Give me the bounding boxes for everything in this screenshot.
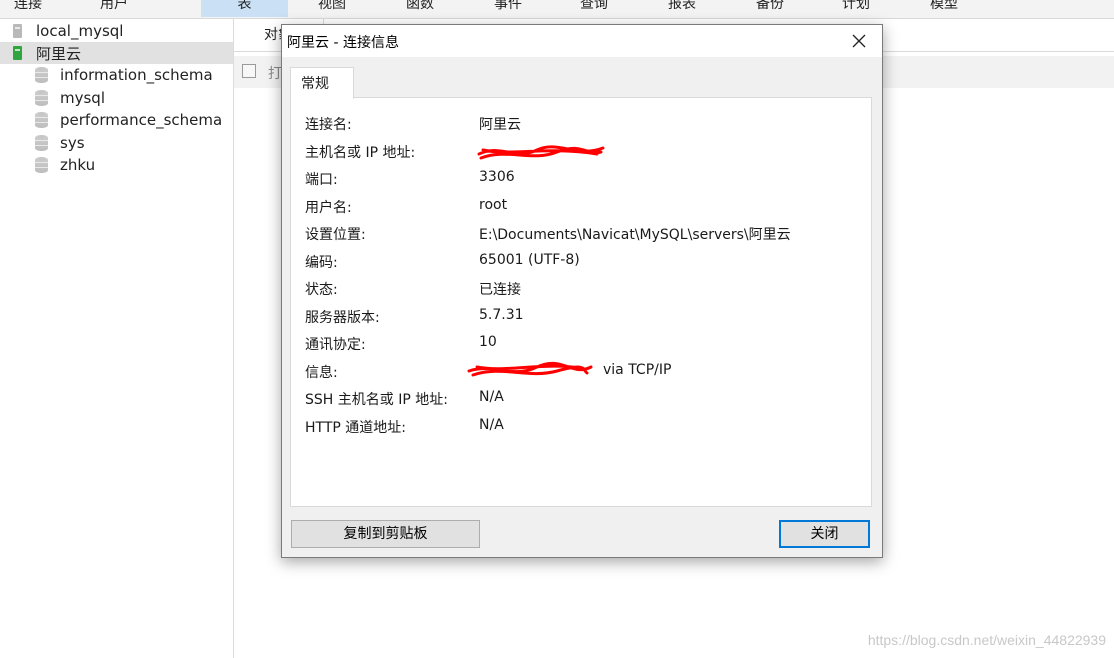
close-icon[interactable] — [836, 25, 882, 57]
close-button[interactable]: 关闭 — [779, 520, 870, 548]
tree-item-label: local_mysql — [36, 22, 124, 40]
info-label: 信息: — [305, 365, 338, 381]
tree-item-local-mysql[interactable]: local_mysql — [0, 20, 233, 42]
connection-icon — [13, 24, 22, 38]
toolbar-model[interactable]: 模型 — [912, 0, 976, 17]
connection-tree: local_mysql 阿里云 information_schema mysql… — [0, 19, 234, 658]
tree-item-label: zhku — [60, 156, 96, 174]
redaction-scribble — [467, 361, 593, 377]
info-label: HTTP 通道地址: — [305, 420, 406, 436]
redaction-scribble — [477, 145, 605, 160]
database-icon — [35, 157, 48, 173]
main-toolbar: 连接 用户 表 视图 函数 事件 查询 报表 备份 计划 模型 — [0, 0, 1114, 19]
connection-connected-icon — [13, 46, 22, 60]
info-label: 编码: — [305, 255, 338, 271]
tree-item-database[interactable]: mysql — [0, 87, 233, 109]
tree-item-label: mysql — [60, 89, 105, 107]
dialog-titlebar[interactable]: 阿里云 - 连接信息 — [282, 25, 882, 57]
info-label: 用户名: — [305, 200, 352, 216]
database-icon — [35, 112, 48, 128]
database-icon — [35, 67, 48, 83]
dialog-tab-strip: 常规 — [290, 67, 874, 99]
copy-to-clipboard-button[interactable]: 复制到剪贴板 — [291, 520, 480, 548]
general-panel: 连接名: 阿里云 主机名或 IP 地址: 端口: 3306 用户名: root … — [290, 97, 872, 507]
connection-info-dialog: 阿里云 - 连接信息 常规 连接名: 阿里云 主机名或 IP 地址: 端口: 3… — [281, 24, 883, 558]
tree-item-label: information_schema — [60, 66, 213, 84]
tab-general[interactable]: 常规 — [290, 67, 354, 99]
tree-item-label: performance_schema — [60, 111, 223, 129]
dialog-title: 阿里云 - 连接信息 — [287, 35, 399, 51]
open-table-label[interactable]: 打 — [268, 63, 282, 83]
toolbar-query[interactable]: 查询 — [562, 0, 626, 17]
database-icon — [35, 135, 48, 151]
tree-item-database[interactable]: performance_schema — [0, 109, 233, 131]
info-value: N/A — [479, 389, 504, 405]
info-label: 状态: — [305, 282, 338, 298]
tree-item-aliyun[interactable]: 阿里云 — [0, 42, 233, 64]
toolbar-backup[interactable]: 备份 — [738, 0, 802, 17]
tree-item-database[interactable]: zhku — [0, 154, 233, 176]
info-label: 设置位置: — [305, 227, 366, 243]
toolbar-report[interactable]: 报表 — [650, 0, 714, 17]
toolbar-user[interactable]: 用户 — [84, 0, 144, 17]
tree-item-database[interactable]: information_schema — [0, 64, 233, 86]
info-value: 已连接 — [479, 282, 521, 298]
info-label: SSH 主机名或 IP 地址: — [305, 392, 448, 408]
tree-item-database[interactable]: sys — [0, 132, 233, 154]
toolbar-schedule[interactable]: 计划 — [824, 0, 888, 17]
info-value: 10 — [479, 334, 497, 350]
info-value: E:\Documents\Navicat\MySQL\servers\阿里云 — [479, 227, 791, 243]
info-label: 连接名: — [305, 117, 352, 133]
info-value: via TCP/IP — [603, 362, 672, 378]
info-label: 服务器版本: — [305, 310, 380, 326]
tree-item-label: 阿里云 — [36, 44, 82, 63]
toolbar-function[interactable]: 函数 — [388, 0, 452, 17]
tree-item-label: sys — [60, 134, 85, 152]
info-value: 65001 (UTF-8) — [479, 252, 580, 268]
info-value: 3306 — [479, 169, 515, 185]
info-value: root — [479, 197, 508, 213]
watermark: https://blog.csdn.net/weixin_44822939 — [867, 632, 1106, 648]
info-value: N/A — [479, 417, 504, 433]
info-value: 5.7.31 — [479, 307, 524, 323]
info-label: 端口: — [305, 172, 338, 188]
toolbar-connection[interactable]: 连接 — [0, 0, 56, 17]
open-table-icon[interactable] — [242, 64, 256, 78]
database-icon — [35, 90, 48, 106]
info-label: 主机名或 IP 地址: — [305, 145, 416, 161]
info-value: 阿里云 — [479, 117, 521, 133]
info-label: 通讯协定: — [305, 337, 366, 353]
toolbar-event[interactable]: 事件 — [476, 0, 540, 17]
toolbar-table[interactable]: 表 — [201, 0, 288, 17]
toolbar-view[interactable]: 视图 — [300, 0, 364, 17]
